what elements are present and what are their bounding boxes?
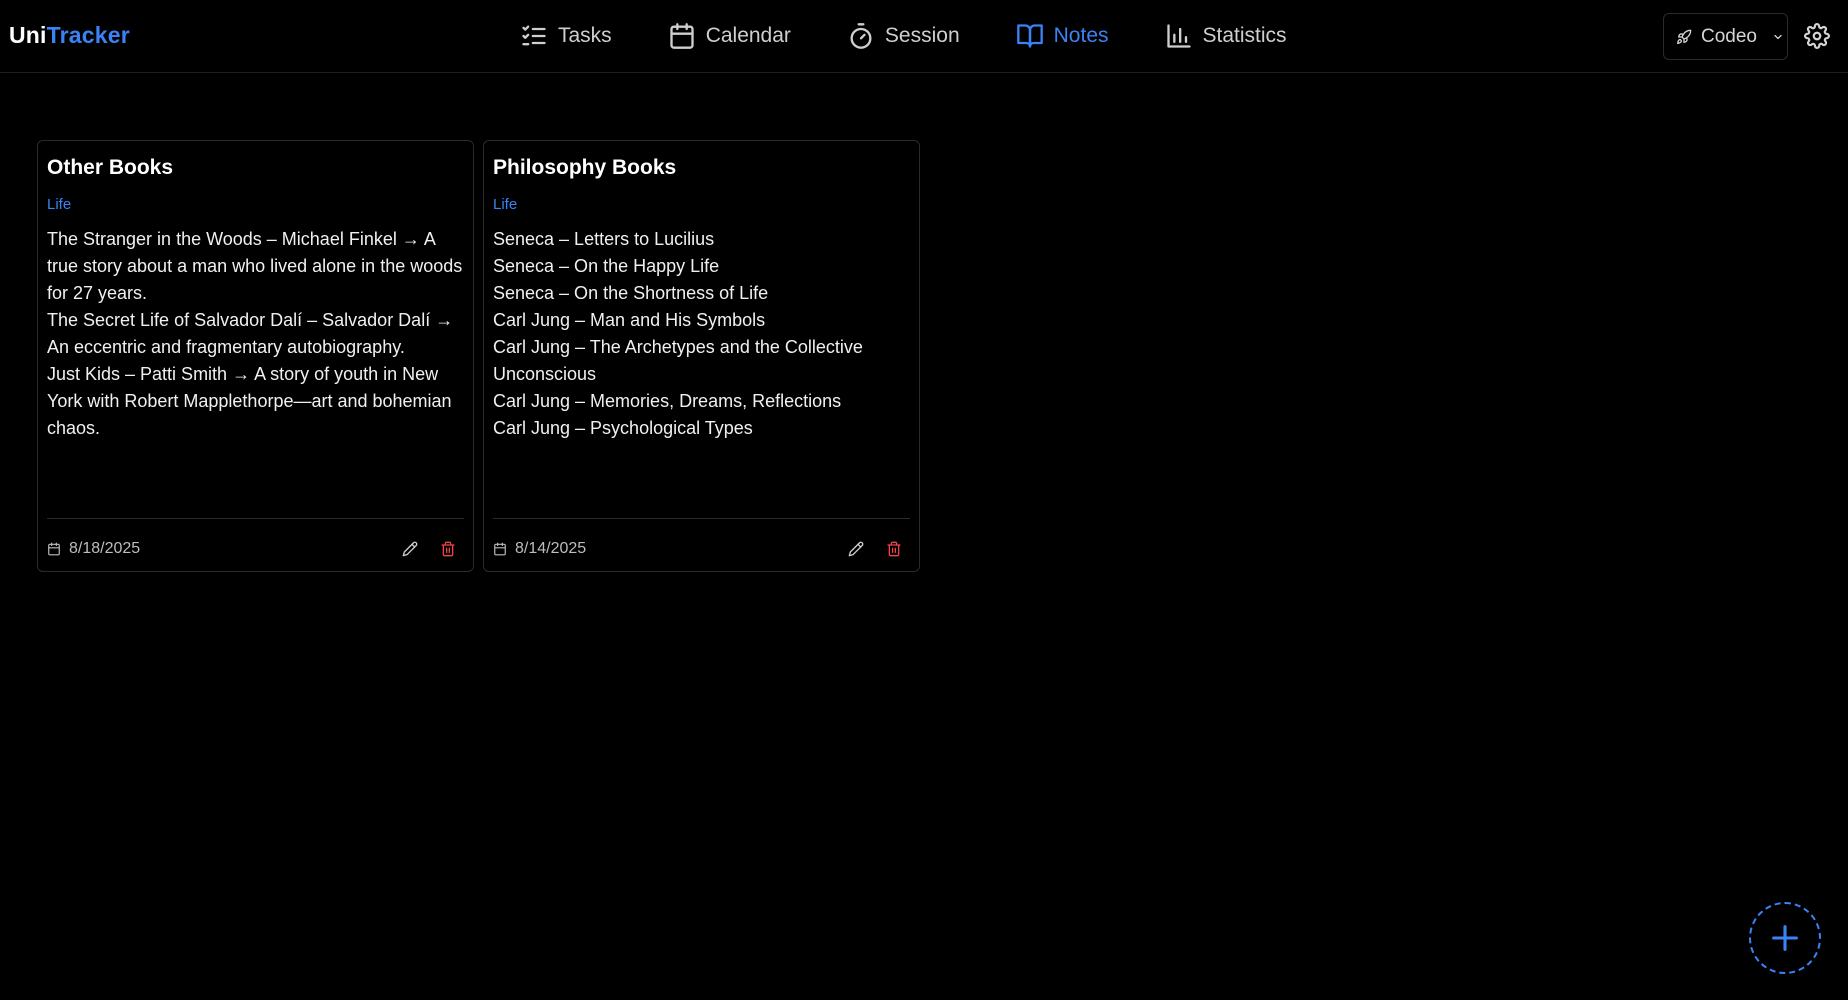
nav-statistics-label: Statistics: [1202, 24, 1287, 47]
nav-calendar-label: Calendar: [705, 24, 791, 47]
book-open-icon: [1016, 24, 1043, 48]
workspace-label: Codeo: [1701, 25, 1757, 47]
edit-note-button[interactable]: [848, 541, 864, 557]
nav-notes-label: Notes: [1053, 24, 1109, 47]
settings-button[interactable]: [1804, 23, 1830, 49]
note-line: Carl Jung – Memories, Dreams, Reflection…: [493, 391, 842, 411]
list-checks-icon: [522, 25, 546, 46]
nav-session-label: Session: [884, 24, 960, 47]
note-date: 8/18/2025: [47, 540, 140, 558]
note-line: for 27 years.: [47, 283, 148, 303]
edit-note-button[interactable]: [402, 541, 418, 557]
note-line: The Secret Life of Salvador Dalí – Salva…: [47, 310, 454, 330]
note-tag[interactable]: Life: [47, 196, 71, 213]
nav-tasks[interactable]: Tasks: [520, 22, 612, 50]
timer-icon: [850, 23, 872, 49]
nav-tasks-label: Tasks: [558, 24, 612, 47]
brand-part-uni: Uni: [9, 22, 47, 48]
app-logo[interactable]: UniTracker: [9, 22, 130, 49]
top-navigation-bar: UniTracker Tasks Calendar Session Notes …: [0, 0, 1848, 73]
nav-notes[interactable]: Notes: [1016, 22, 1109, 50]
bar-chart-icon: [1166, 24, 1191, 48]
note-line: An eccentric and fragmentary autobiograp…: [47, 337, 405, 357]
card-divider: [493, 518, 910, 519]
note-card[interactable]: Other Books Life The Stranger in the Woo…: [37, 140, 474, 572]
calendar-icon: [670, 23, 694, 49]
note-line: The Stranger in the Woods – Michael Fink…: [47, 229, 436, 249]
note-title: Philosophy Books: [493, 156, 677, 179]
note-tag[interactable]: Life: [493, 196, 517, 213]
note-content: The Stranger in the Woods – Michael Fink…: [47, 226, 467, 442]
note-title: Other Books: [47, 156, 174, 179]
calendar-icon: [48, 542, 60, 556]
delete-note-button[interactable]: [886, 541, 902, 557]
pencil-icon: [848, 541, 864, 557]
note-line: Carl Jung – Man and His Symbols: [493, 310, 766, 330]
calendar-icon: [494, 542, 506, 556]
plus-icon: [1772, 925, 1798, 951]
note-footer: 8/18/2025: [47, 534, 464, 564]
rocket-icon: [1677, 29, 1692, 44]
note-line: Carl Jung – Psychological Types: [493, 418, 753, 438]
note-date: 8/14/2025: [493, 540, 586, 558]
note-date-text: 8/14/2025: [515, 540, 587, 557]
nav-calendar[interactable]: Calendar: [668, 22, 791, 50]
note-content: Seneca – Letters to Lucilius Seneca – On…: [493, 226, 913, 442]
add-note-button[interactable]: [1749, 902, 1821, 974]
note-date-text: 8/18/2025: [69, 540, 141, 557]
trash-icon: [887, 541, 901, 557]
note-line: chaos.: [47, 418, 101, 438]
gear-icon: [1804, 23, 1830, 49]
note-card[interactable]: Philosophy Books Life Seneca – Letters t…: [483, 140, 920, 572]
note-line: Just Kids – Patti Smith → A story of you…: [47, 364, 439, 384]
workspace-selector[interactable]: Codeo: [1663, 13, 1788, 60]
note-line: Seneca – Letters to Lucilius: [493, 229, 715, 249]
trash-icon: [441, 541, 455, 557]
chevron-down-icon: [1774, 34, 1782, 39]
note-footer: 8/14/2025: [493, 534, 910, 564]
nav-session[interactable]: Session: [847, 22, 960, 50]
pencil-icon: [402, 541, 418, 557]
main-nav: Tasks Calendar Session Notes Statistics: [520, 18, 1343, 54]
note-line: true story about a man who lived alone i…: [47, 256, 463, 276]
brand-part-tracker: Tracker: [46, 22, 130, 48]
card-divider: [47, 518, 464, 519]
note-actions: [848, 541, 910, 557]
note-line: Carl Jung – The Archetypes and the Colle…: [493, 337, 863, 357]
delete-note-button[interactable]: [440, 541, 456, 557]
nav-statistics[interactable]: Statistics: [1165, 22, 1287, 50]
note-line: York with Robert Mapplethorpe—art and bo…: [47, 391, 452, 411]
note-line: Seneca – On the Happy Life: [493, 256, 720, 276]
note-line: Unconscious: [493, 364, 597, 384]
note-line: Seneca – On the Shortness of Life: [493, 283, 769, 303]
note-actions: [402, 541, 464, 557]
